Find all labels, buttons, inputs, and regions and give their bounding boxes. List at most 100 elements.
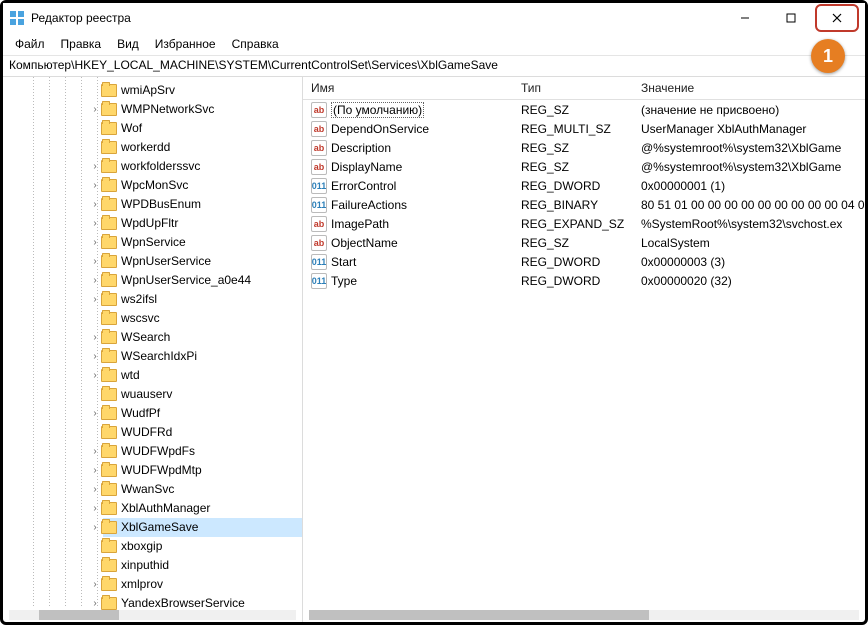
tree-item[interactable]: ›workfolderssvc (103, 157, 302, 176)
tree-item-label: WSearchIdxPi (121, 347, 197, 366)
tree-item[interactable]: ›WUDFWpdMtp (103, 461, 302, 480)
expand-icon[interactable]: › (89, 290, 101, 309)
tree-item[interactable]: ›WUDFWpdFs (103, 442, 302, 461)
cell-name: 011Type (303, 273, 513, 289)
close-button[interactable] (815, 4, 859, 32)
tree-item[interactable]: xinputhid (103, 556, 302, 575)
tree-item[interactable]: ›WMPNetworkSvc (103, 100, 302, 119)
expand-icon[interactable]: › (89, 480, 101, 499)
tree-item[interactable]: WUDFRd (103, 423, 302, 442)
folder-icon (101, 559, 117, 572)
tree-item[interactable]: workerdd (103, 138, 302, 157)
tree-item[interactable]: ›xmlprov (103, 575, 302, 594)
menu-help[interactable]: Справка (226, 35, 285, 53)
tree-item[interactable]: ›WpcMonSvc (103, 176, 302, 195)
menu-favorites[interactable]: Избранное (149, 35, 222, 53)
binary-value-icon: 011 (311, 178, 327, 194)
minimize-button[interactable] (723, 4, 767, 32)
tree-item[interactable]: xboxgip (103, 537, 302, 556)
tree-item[interactable]: wmiApSrv (103, 81, 302, 100)
table-row[interactable]: abDisplayNameREG_SZ@%systemroot%\system3… (303, 157, 865, 176)
tree-item-label: wmiApSrv (121, 81, 175, 100)
maximize-button[interactable] (769, 4, 813, 32)
tree-item[interactable]: ›WpdUpFltr (103, 214, 302, 233)
tree-item[interactable]: ›WSearchIdxPi (103, 347, 302, 366)
cell-type: REG_BINARY (513, 198, 633, 212)
column-header-value[interactable]: Значение (633, 81, 865, 95)
tree-item[interactable]: Wof (103, 119, 302, 138)
column-header-name[interactable]: Имя (303, 81, 513, 95)
expand-icon[interactable]: › (89, 461, 101, 480)
list-pane[interactable]: Имя Тип Значение ab(По умолчанию)REG_SZ(… (303, 77, 865, 622)
tree-horizontal-scrollbar[interactable] (3, 608, 302, 622)
expand-icon[interactable]: › (89, 518, 101, 537)
table-row[interactable]: abDependOnServiceREG_MULTI_SZUserManager… (303, 119, 865, 138)
tree-item[interactable]: ›WpnUserService_a0e44 (103, 271, 302, 290)
tree-item[interactable]: ›XblAuthManager (103, 499, 302, 518)
list-body: ab(По умолчанию)REG_SZ(значение не присв… (303, 100, 865, 290)
tree-item[interactable]: ›WpnService (103, 233, 302, 252)
table-row[interactable]: 011FailureActionsREG_BINARY80 51 01 00 0… (303, 195, 865, 214)
tree-item-label: WSearch (121, 328, 170, 347)
folder-icon (101, 141, 117, 154)
table-row[interactable]: abObjectNameREG_SZLocalSystem (303, 233, 865, 252)
tree-item[interactable]: ›WudfPf (103, 404, 302, 423)
folder-icon (101, 217, 117, 230)
cell-name: 011Start (303, 254, 513, 270)
tree-item[interactable]: ›WSearch (103, 328, 302, 347)
tree-item[interactable]: wuauserv (103, 385, 302, 404)
expand-icon[interactable]: › (89, 195, 101, 214)
tree-pane[interactable]: wmiApSrv›WMPNetworkSvcWofworkerdd›workfo… (3, 77, 303, 622)
table-row[interactable]: ab(По умолчанию)REG_SZ(значение не присв… (303, 100, 865, 119)
tree-item-label: WUDFWpdMtp (121, 461, 202, 480)
list-horizontal-scrollbar[interactable] (303, 608, 865, 622)
expand-icon[interactable]: › (89, 366, 101, 385)
app-icon (9, 10, 25, 26)
expand-icon[interactable]: › (89, 157, 101, 176)
window-title: Редактор реестра (31, 11, 723, 25)
table-row[interactable]: 011TypeREG_DWORD0x00000020 (32) (303, 271, 865, 290)
folder-icon (101, 160, 117, 173)
address-bar[interactable]: Компьютер\HKEY_LOCAL_MACHINE\SYSTEM\Curr… (3, 56, 865, 77)
folder-icon (101, 198, 117, 211)
expand-icon[interactable]: › (89, 252, 101, 271)
expand-icon[interactable]: › (89, 442, 101, 461)
menu-view[interactable]: Вид (111, 35, 145, 53)
folder-icon (101, 274, 117, 287)
tree-item[interactable]: ›WpnUserService (103, 252, 302, 271)
expand-icon[interactable]: › (89, 214, 101, 233)
expand-icon[interactable]: › (89, 575, 101, 594)
menu-file[interactable]: Файл (9, 35, 51, 53)
menu-edit[interactable]: Правка (55, 35, 108, 53)
tree-item[interactable]: ›WPDBusEnum (103, 195, 302, 214)
expand-icon[interactable]: › (89, 328, 101, 347)
expand-icon[interactable]: › (89, 347, 101, 366)
tree-item-label: XblGameSave (121, 518, 198, 537)
tree-item[interactable]: ›WwanSvc (103, 480, 302, 499)
value-name: FailureActions (331, 198, 407, 212)
expand-icon[interactable]: › (89, 404, 101, 423)
expand-icon[interactable]: › (89, 271, 101, 290)
expand-icon[interactable]: › (89, 233, 101, 252)
cell-name: abObjectName (303, 235, 513, 251)
expand-icon[interactable]: › (89, 100, 101, 119)
expand-icon[interactable]: › (89, 176, 101, 195)
tree-item[interactable]: ›wtd (103, 366, 302, 385)
expand-icon[interactable]: › (89, 499, 101, 518)
value-name: ImagePath (331, 217, 389, 231)
table-row[interactable]: abImagePathREG_EXPAND_SZ%SystemRoot%\sys… (303, 214, 865, 233)
column-header-type[interactable]: Тип (513, 81, 633, 95)
folder-icon (101, 84, 117, 97)
table-row[interactable]: abDescriptionREG_SZ@%systemroot%\system3… (303, 138, 865, 157)
tree-item-label: workfolderssvc (121, 157, 200, 176)
folder-icon (101, 521, 117, 534)
folder-icon (101, 578, 117, 591)
table-row[interactable]: 011ErrorControlREG_DWORD0x00000001 (1) (303, 176, 865, 195)
table-row[interactable]: 011StartREG_DWORD0x00000003 (3) (303, 252, 865, 271)
value-name: (По умолчанию) (331, 102, 424, 118)
tree-item[interactable]: wscsvc (103, 309, 302, 328)
tree-item[interactable]: ›ws2ifsl (103, 290, 302, 309)
tree-item-label: xmlprov (121, 575, 163, 594)
tree-item[interactable]: ›XblGameSave (103, 518, 302, 537)
tree-item-label: WUDFWpdFs (121, 442, 195, 461)
